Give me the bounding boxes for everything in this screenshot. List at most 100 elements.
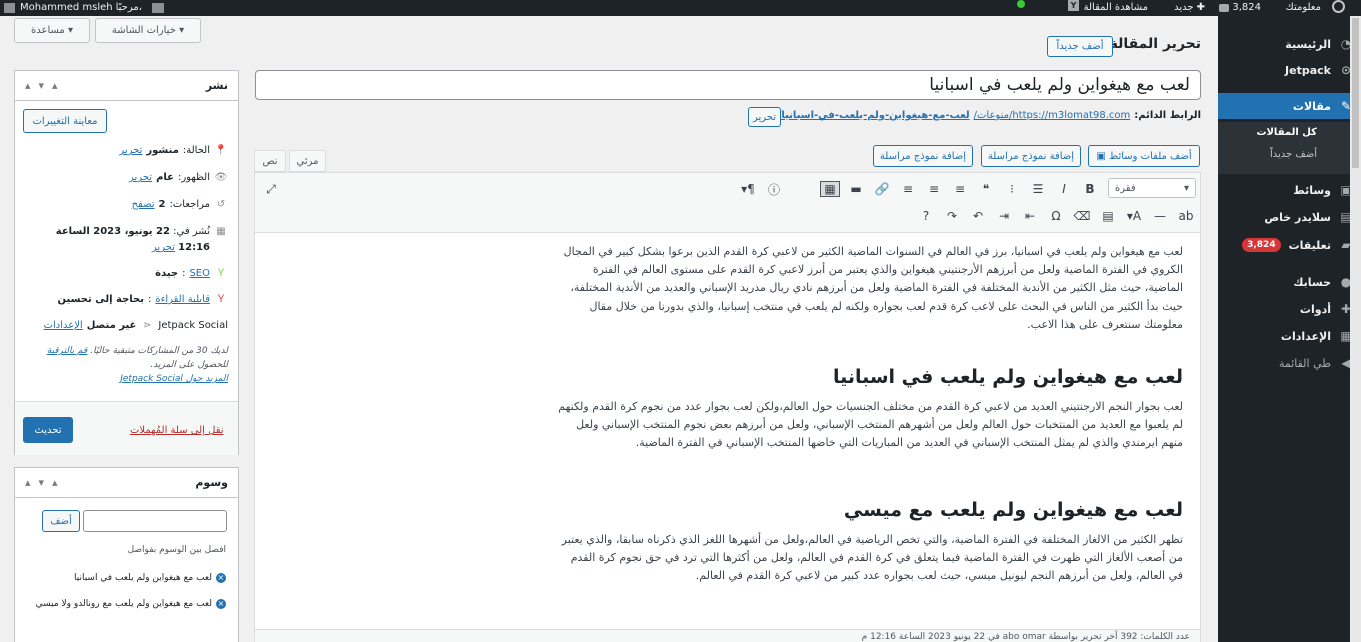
add-new-button[interactable]: أضف جديداً	[1047, 36, 1113, 57]
avatar[interactable]	[4, 3, 15, 13]
new-content-link[interactable]: جديد ✚	[1174, 0, 1205, 16]
sidebar-item-dashboard[interactable]: ◔ الرئيسية	[1218, 31, 1361, 57]
text-color-icon[interactable]: A▾	[1124, 209, 1144, 223]
bold-icon[interactable]: B	[1080, 182, 1100, 196]
help-icon[interactable]: ?	[916, 209, 936, 223]
admin-sidebar: ◔ الرئيسية ⊙ Jetpack ✎ مقالات كل المقالات أ…	[1218, 16, 1361, 642]
sidebar-item-comments[interactable]: ▰ تعليقات 3,824	[1218, 232, 1361, 258]
editor-status-bar: عدد الكلمات: 392 آخر تحرير بواسطة abo om…	[255, 629, 1200, 642]
publish-title: نشر	[205, 79, 228, 92]
permalink-base[interactable]: https://m3lomat98.com/منوعات/	[974, 110, 1131, 121]
preview-changes-button[interactable]: معاينة التغييرات	[23, 109, 107, 133]
paragraph-icon[interactable]: ¶▾	[738, 182, 758, 196]
sidebar-item-settings[interactable]: ▦ الإعدادات	[1218, 323, 1361, 349]
jetpack-social-more-link[interactable]: المزيد حول Jetpack Social	[120, 374, 228, 384]
eye-icon: 👁	[214, 172, 228, 183]
comments-link[interactable]: 3,824	[1219, 0, 1261, 16]
strikethrough-icon[interactable]: ab	[1176, 209, 1196, 223]
page-scrollbar[interactable]	[1350, 16, 1361, 642]
redo-icon[interactable]: ↷	[942, 209, 962, 223]
visibility-edit-link[interactable]: تحرير	[129, 170, 152, 186]
chevron-down-icon: ▾	[1183, 182, 1189, 194]
box-arrows-icon[interactable]: ▴▾▴	[25, 476, 66, 489]
posts-submenu: كل المقالات أضف جديداً	[1218, 122, 1361, 174]
editor: فقرة ▾ B I ☰ ⁝ ❝ ≡ ≡ ≡ 🔗 ▬ ▦ ⓘ ¶▾ ⤢ ab — …	[254, 172, 1201, 642]
permalink-edit-button[interactable]: تحرير	[748, 107, 781, 127]
sidebar-item-slider[interactable]: ▤ سلايدر خاص	[1218, 204, 1361, 230]
sidebar-collapse[interactable]: ◀ طي القائمة	[1218, 350, 1361, 376]
status-edit-link[interactable]: تحرير	[119, 143, 142, 159]
add-form-button-2[interactable]: إضافة نموذج مراسلة	[873, 145, 973, 167]
move-to-trash-link[interactable]: نقل إلى سلة المُهملات	[130, 425, 224, 436]
tags-box: ▴▾▴ وسوم أضف افصل بين الوسوم بفواصل × لعب …	[14, 467, 239, 642]
yoast-icon[interactable]: Y	[1068, 0, 1079, 11]
clear-format-icon[interactable]: ⌫	[1072, 209, 1092, 223]
paragraph-3[interactable]: تظهر الكثير من الالغاز المختلفة في الفتر…	[553, 531, 1183, 586]
tab-visual[interactable]: مرئي	[289, 150, 326, 172]
sidebar-item-tools[interactable]: ✚ أدوات	[1218, 296, 1361, 322]
add-media-button[interactable]: ▣ أضف ملفات وسائط	[1088, 145, 1200, 167]
view-post-link[interactable]: مشاهدة المقالة	[1084, 0, 1148, 16]
align-right-icon[interactable]: ≡	[950, 182, 970, 196]
paste-text-icon[interactable]: ▤	[1098, 209, 1118, 223]
readability-link[interactable]: قابلية القراءة	[155, 292, 210, 308]
heading-2[interactable]: لعب مع هيغواين ولم يلعب مع ميسي	[844, 499, 1183, 521]
pin-icon: 📍	[214, 145, 228, 156]
remove-tag-icon[interactable]: ×	[216, 573, 226, 583]
upgrade-link[interactable]: قم بالترقية	[47, 346, 88, 356]
tags-hint: افصل بين الوسوم بفواصل	[127, 545, 226, 555]
user-avatar-icon[interactable]	[152, 3, 164, 13]
site-name-link[interactable]: معلومتك	[1286, 0, 1321, 16]
media-icon: ▣	[1096, 150, 1109, 162]
revisions-icon: ↺	[216, 199, 226, 210]
user-greeting[interactable]: Mohammed msleh مرحبًا،	[20, 0, 142, 16]
submenu-all-posts[interactable]: كل المقالات	[1218, 122, 1361, 144]
tag-input[interactable]	[83, 510, 227, 532]
blockquote-icon[interactable]: ❝	[976, 182, 996, 196]
tab-text[interactable]: نص	[254, 150, 286, 172]
bullet-list-icon[interactable]: ☰	[1028, 182, 1048, 196]
box-arrows-icon[interactable]: ▴▾▴	[25, 79, 66, 92]
wordpress-logo-icon[interactable]	[1332, 0, 1345, 13]
link-icon[interactable]: 🔗	[872, 182, 892, 196]
outdent-icon[interactable]: ⇤	[1020, 209, 1040, 223]
social-settings-link[interactable]: الإعدادات	[44, 318, 83, 334]
remove-tag-icon[interactable]: ×	[216, 599, 226, 609]
toolbar-toggle-icon[interactable]: ▦	[820, 181, 840, 197]
sidebar-item-profile[interactable]: ● حسابك	[1218, 269, 1361, 295]
add-tag-button[interactable]: أضف	[42, 510, 80, 532]
sidebar-item-jetpack[interactable]: ⊙ Jetpack	[1218, 57, 1361, 83]
paragraph-2[interactable]: لعب بجوار النجم الارجنتيني العديد من لاع…	[553, 398, 1183, 453]
horizontal-line-icon[interactable]: —	[1150, 209, 1170, 223]
align-left-icon[interactable]: ≡	[898, 182, 918, 196]
info-icon[interactable]: ⓘ	[764, 181, 784, 198]
readability-icon: Ｙ	[216, 294, 226, 305]
help-button[interactable]: مساعدة ▾	[14, 18, 90, 43]
special-char-icon[interactable]: Ω	[1046, 209, 1066, 223]
heading-1[interactable]: لعب مع هيغواين ولم يلعب في اسبانيا	[833, 366, 1183, 388]
italic-icon[interactable]: I	[1054, 182, 1074, 196]
plus-icon: ✚	[1196, 2, 1205, 13]
indent-icon[interactable]: ⇥	[994, 209, 1014, 223]
sidebar-item-posts[interactable]: ✎ مقالات	[1218, 93, 1361, 119]
tag-item: × لعب مع هيغواين ولم يلعب مع رونالدو ولا …	[35, 599, 226, 609]
undo-icon[interactable]: ↶	[968, 209, 988, 223]
seo-link[interactable]: SEO	[189, 266, 210, 282]
tag-item: × لعب مع هيغواين ولم يلعب في اسبانيا	[73, 573, 226, 583]
published-edit-link[interactable]: تحرير	[152, 242, 175, 253]
permalink-slug[interactable]: لعب-مع-هيغواين-ولم-يلعب-في-اسبانيا/	[778, 110, 970, 121]
submenu-add-new[interactable]: أضف جديداً	[1218, 144, 1361, 166]
read-more-icon[interactable]: ▬	[846, 182, 866, 196]
add-form-button-1[interactable]: إضافة نموذج مراسلة	[981, 145, 1081, 167]
revisions-link[interactable]: تصفح	[132, 197, 155, 213]
screen-options-button[interactable]: خيارات الشاشة ▾	[95, 18, 201, 43]
update-button[interactable]: تحديث	[23, 417, 73, 443]
paragraph-1[interactable]: لعب مع هيغواين ولم يلعب في اسبانيا، برز …	[553, 243, 1183, 334]
fullscreen-icon[interactable]: ⤢	[261, 176, 281, 202]
sidebar-item-media[interactable]: ▣ وسائط	[1218, 177, 1361, 203]
post-title-input[interactable]: لعب مع هيغواين ولم يلعب في اسبانيا	[255, 70, 1201, 100]
numbered-list-icon[interactable]: ⁝	[1002, 182, 1022, 196]
format-select[interactable]: فقرة ▾	[1108, 178, 1196, 198]
align-center-icon[interactable]: ≡	[924, 182, 944, 196]
admin-bar: معلومتك 3,824 جديد ✚ مشاهدة المقالة Y Moh…	[0, 0, 1361, 16]
